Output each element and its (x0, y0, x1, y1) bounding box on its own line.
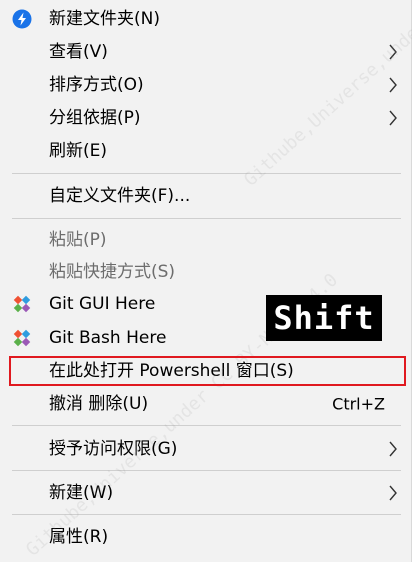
menu-item-label: 查看(V) (49, 41, 108, 62)
shortcut-hint: Ctrl+Z (332, 394, 385, 413)
menu-item-label: 自定义文件夹(F)... (49, 185, 191, 206)
chevron-right-icon (388, 76, 398, 94)
menu-item-label: 撤消 删除(U) (49, 393, 149, 414)
menu-item-label: 分组依据(P) (49, 107, 141, 128)
git-icon (12, 328, 32, 348)
chevron-right-icon (388, 484, 398, 502)
menu-item-new[interactable]: 新建(W) (0, 476, 410, 509)
menu-item-paste: 粘贴(P) (0, 223, 410, 256)
menu-item-label: 刷新(E) (49, 140, 108, 161)
menu-item-group-by[interactable]: 分组依据(P) (0, 101, 410, 134)
shift-key-badge: Shift (266, 295, 382, 341)
chevron-right-icon (388, 109, 398, 127)
menu-separator (12, 470, 401, 471)
menu-item-label: Git Bash Here (49, 327, 167, 348)
new-folder-icon (12, 9, 32, 29)
menu-item-customize-folder[interactable]: 自定义文件夹(F)... (0, 179, 410, 212)
menu-item-paste-shortcut: 粘贴快捷方式(S) (0, 255, 410, 288)
menu-item-give-access[interactable]: 授予访问权限(G) (0, 432, 410, 465)
menu-separator (12, 218, 401, 219)
menu-item-new-folder[interactable]: 新建文件夹(N) (0, 2, 410, 35)
menu-item-label: 新建文件夹(N) (49, 8, 160, 29)
menu-item-label: 排序方式(O) (49, 74, 144, 95)
menu-item-refresh[interactable]: 刷新(E) (0, 134, 410, 167)
chevron-right-icon (388, 440, 398, 458)
menu-separator (12, 173, 401, 174)
menu-item-label: 粘贴(P) (49, 229, 107, 250)
menu-separator (12, 425, 401, 426)
highlight-box (9, 356, 406, 386)
menu-item-view[interactable]: 查看(V) (0, 35, 410, 68)
git-icon (12, 294, 32, 314)
menu-item-label: Git GUI Here (49, 293, 156, 314)
menu-item-label: 粘贴快捷方式(S) (49, 261, 176, 282)
